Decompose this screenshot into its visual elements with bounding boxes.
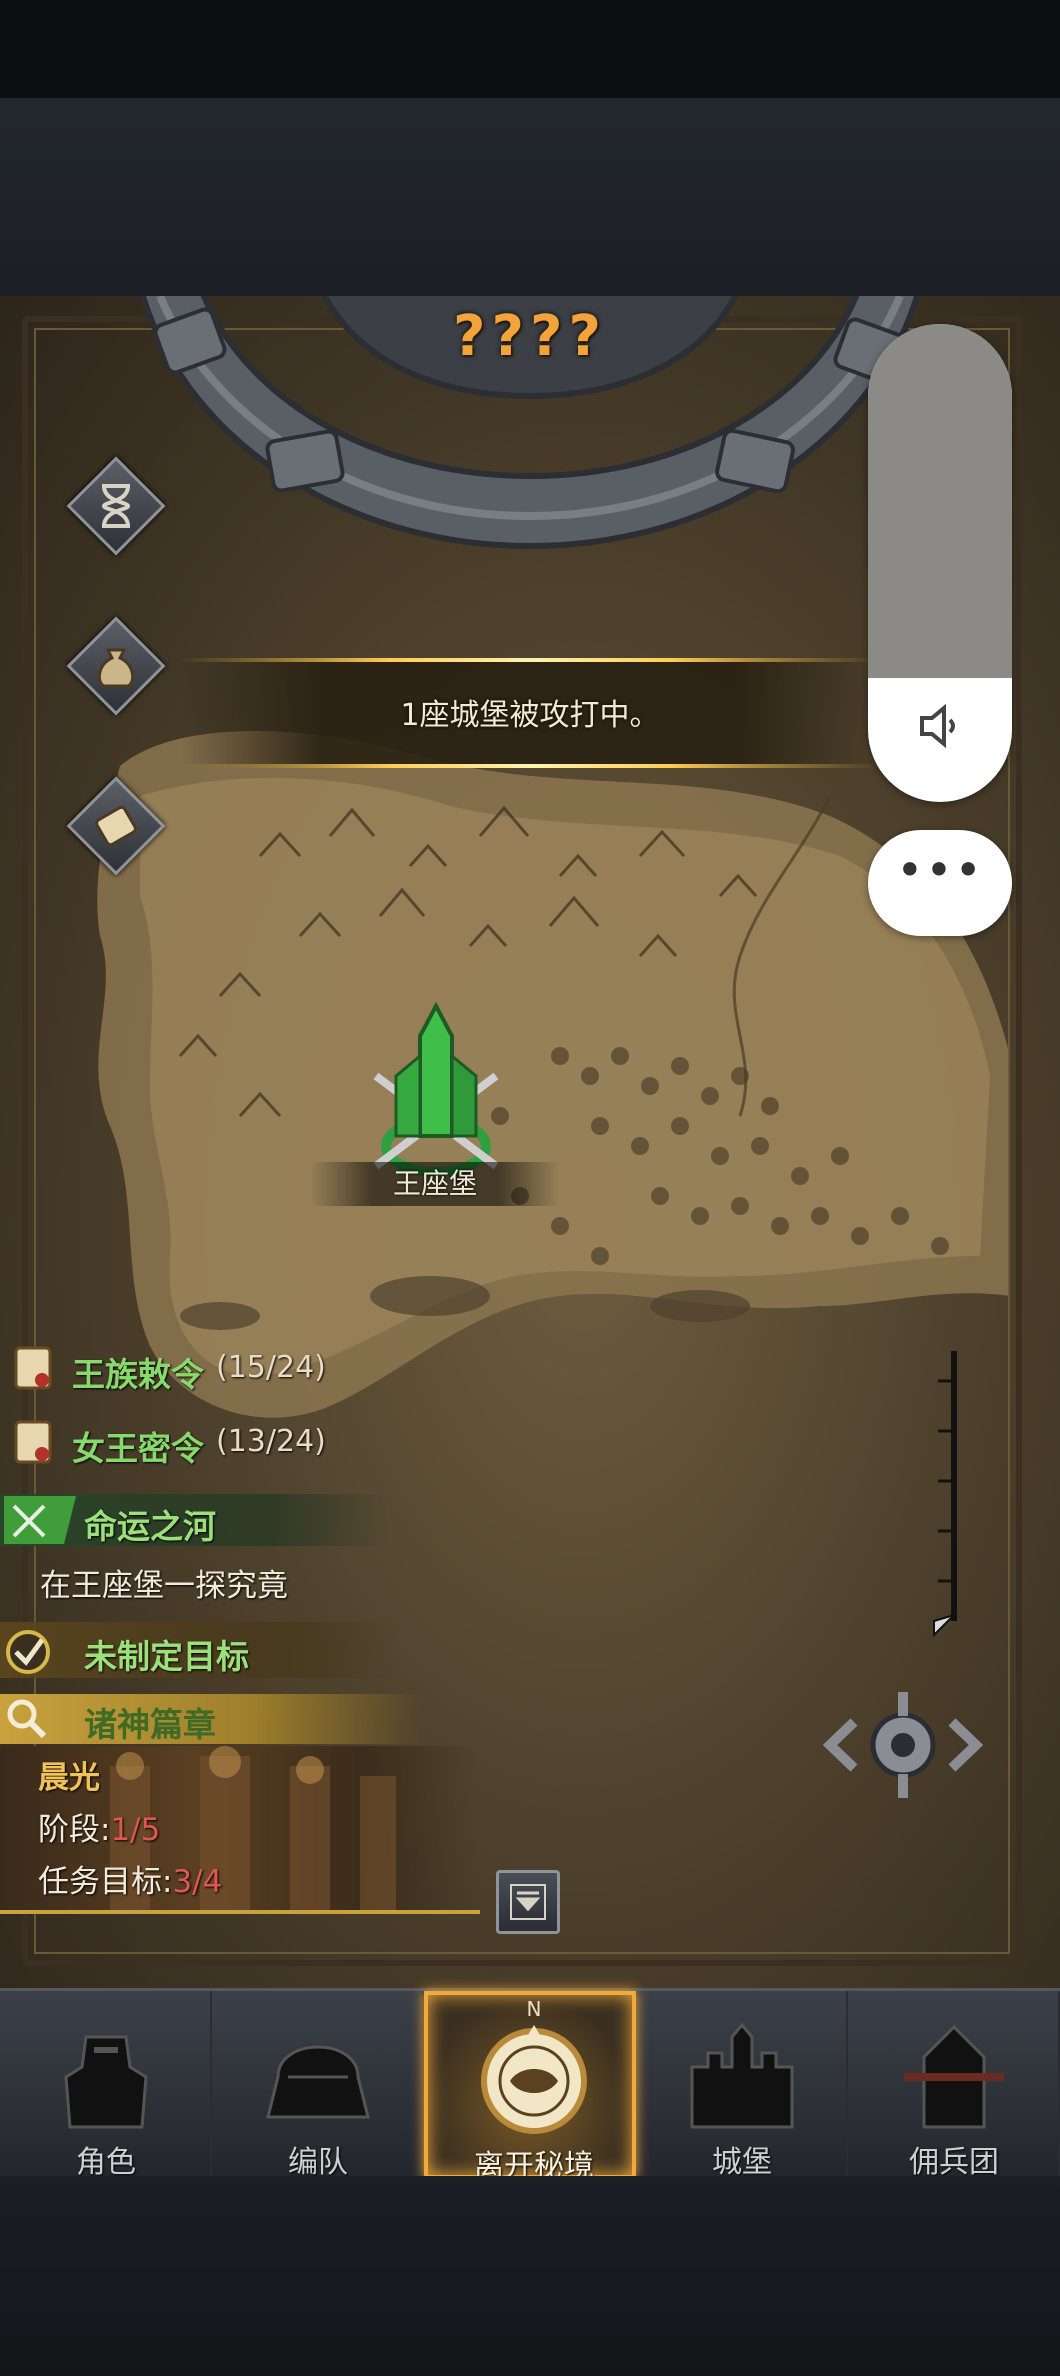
scroll-icon [95,805,137,847]
nav-label: 编队 [288,2145,348,2180]
nav-mercenaries[interactable]: 佣兵团 [848,1991,1060,2180]
notification-banner: 1座城堡被攻打中。 [180,658,880,768]
nav-formation[interactable]: 编队 [212,1991,424,2180]
volume-track [868,324,1012,678]
quest-progress: (13/24) [216,1424,326,1459]
pouch-button[interactable] [66,616,166,716]
quest-title: 女王密令 [72,1429,204,1468]
quest-progress: (15/24) [216,1350,326,1385]
quest-title: 王族敕令 [72,1355,204,1394]
bottom-dark-band [0,2176,1060,2376]
quest-description: 在王座堡一探究竟 [40,1568,288,1604]
chapter-stage: 阶段:1/5 [38,1812,161,1848]
top-dark-band [0,98,1060,296]
objective-value: 3/4 [172,1864,223,1900]
speaker-icon[interactable] [914,700,966,752]
helmet-icon [266,2045,370,2119]
zoom-scale[interactable] [930,1351,970,1641]
more-options-button[interactable]: ••• [868,830,1012,936]
castle-label: 王座堡 [310,1162,560,1206]
crossed-swords-icon [4,1496,76,1544]
target-icon [6,1630,50,1674]
region-title: ???? [453,304,607,369]
mercenary-icon [904,2024,1004,2129]
status-bar-area [0,0,1060,98]
nav-leave-realm[interactable]: N 离开秘境 [424,1991,636,2184]
nav-label: 佣兵团 [909,2145,999,2180]
quest-title: 命运之河 [84,1507,216,1546]
hourglass-button[interactable] [66,456,166,556]
nav-label: 城堡 [712,2145,772,2180]
castle-icon [690,2022,794,2129]
scroll-button[interactable] [66,776,166,876]
compass-north-label: N [526,1997,542,2021]
locate-dpad-icon[interactable] [820,1662,986,1828]
quest-gods-chapter-panel[interactable]: 晨光 阶段:1/5 任务目标:3/4 [0,1746,480,1914]
nav-character[interactable]: 角色 [0,1991,212,2180]
scroll-icon [14,1420,52,1464]
nav-castle[interactable]: 城堡 [636,1991,848,2180]
quest-gods-chapter-header[interactable]: 诸神篇章 [0,1694,420,1744]
quest-no-target[interactable]: 未制定目标 [0,1622,400,1678]
magnifier-icon [7,1699,47,1739]
collapse-quests-button[interactable] [496,1870,560,1934]
stage-value: 1/5 [110,1812,161,1848]
nav-label: 角色 [76,2145,136,2180]
scroll-icon [14,1346,52,1390]
chapter-objective: 任务目标:3/4 [38,1864,223,1900]
volume-slider[interactable] [868,324,1012,802]
collapse-icon [510,1884,546,1920]
quest-title: 诸神篇章 [84,1705,216,1744]
bottom-navigation: 角色 编队 N 离开秘境 城堡 佣兵团 [0,1988,1060,2184]
quest-royal-decree[interactable]: 王族敕令 (15/24) [0,1342,420,1402]
quest-queen-secret[interactable]: 女王密令 (13/24) [0,1416,420,1476]
castle-marker[interactable] [356,996,516,1186]
quest-river-of-fate[interactable]: 命运之河 [0,1494,390,1546]
more-options-label: ••• [896,843,984,897]
chapter-name: 晨光 [38,1760,100,1796]
hourglass-icon [101,484,131,528]
quest-title: 未制定目标 [84,1637,249,1676]
compass-icon [481,2025,587,2134]
knight-icon [64,2035,148,2129]
pouch-icon [97,648,135,688]
notification-text: 1座城堡被攻打中。 [400,698,660,733]
